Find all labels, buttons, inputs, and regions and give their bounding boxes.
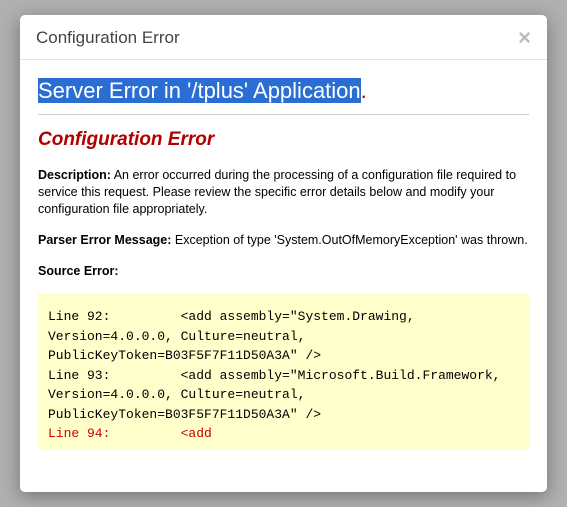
heading-period: . xyxy=(361,78,367,103)
close-button[interactable]: × xyxy=(518,27,531,49)
source-error-box: Line 92: <add assembly="System.Drawing, … xyxy=(38,293,529,450)
parser-label: Parser Error Message: xyxy=(38,233,171,247)
source-line-93: Line 93: <add assembly="Microsoft.Build.… xyxy=(48,366,519,425)
error-modal: Configuration Error × Server Error in '/… xyxy=(20,15,547,492)
parser-text: Exception of type 'System.OutOfMemoryExc… xyxy=(171,233,527,247)
description-paragraph: Description: An error occurred during th… xyxy=(38,167,529,218)
source-line-94: Line 94: <add xyxy=(48,424,519,444)
description-label: Description: xyxy=(38,168,111,182)
source-label-paragraph: Source Error: xyxy=(38,263,529,280)
config-error-heading: Configuration Error xyxy=(38,129,529,151)
modal-header: Configuration Error × xyxy=(20,15,547,60)
modal-title: Configuration Error xyxy=(36,28,180,48)
parser-paragraph: Parser Error Message: Exception of type … xyxy=(38,232,529,249)
server-error-heading: Server Error in '/tplus' Application xyxy=(38,78,361,103)
divider xyxy=(38,114,529,115)
source-error-label: Source Error: xyxy=(38,264,119,278)
server-error-text: Server Error in '/tplus' Application xyxy=(38,78,361,103)
source-line-92: Line 92: <add assembly="System.Drawing, … xyxy=(48,307,519,366)
modal-body[interactable]: Server Error in '/tplus' Application. Co… xyxy=(20,60,547,492)
